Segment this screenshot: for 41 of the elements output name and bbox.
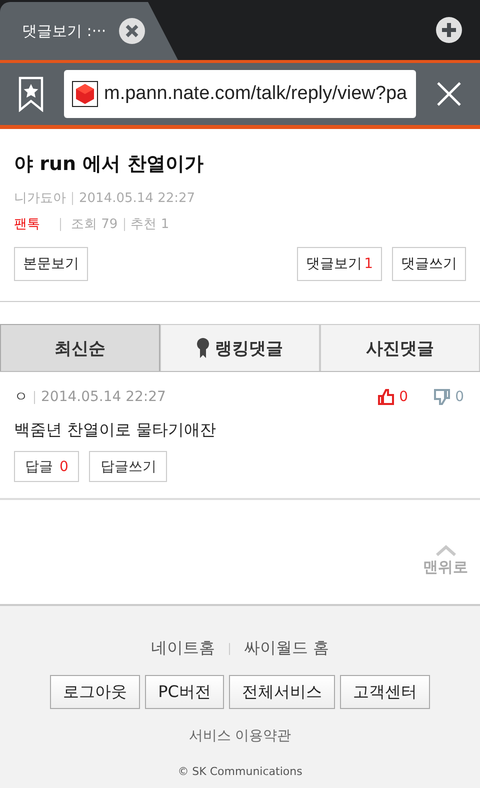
new-tab-icon[interactable] bbox=[435, 16, 463, 44]
footer-button[interactable]: 고객센터 bbox=[340, 675, 430, 709]
comment-date: 2014.05.14 22:27 bbox=[41, 389, 166, 405]
address-field[interactable]: m.pann.nate.com/talk/reply/view?pa bbox=[64, 70, 416, 118]
post-button[interactable]: 댓글쓰기 bbox=[392, 247, 466, 281]
tab-label: 랭킹댓글 bbox=[215, 338, 283, 360]
board-link[interactable]: 팬톡 bbox=[14, 215, 40, 233]
medal-icon bbox=[197, 337, 209, 359]
footer-link[interactable]: 싸이월드 홈 bbox=[244, 638, 330, 659]
reply-button[interactable]: 답글 0 bbox=[14, 451, 80, 482]
recommend-count: 추천 1 bbox=[130, 216, 170, 233]
post-date: 2014.05.14 22:27 bbox=[79, 190, 196, 206]
comment-text: 백줌년 찬열이로 물타기애잔 bbox=[14, 420, 218, 441]
tab-label: 최신순 bbox=[54, 338, 106, 360]
close-icon[interactable] bbox=[436, 81, 462, 107]
site-logo-icon bbox=[72, 81, 98, 107]
thumbs-up-icon[interactable] bbox=[378, 389, 394, 405]
dislike-count: 0 bbox=[455, 389, 464, 405]
bookmark-icon[interactable] bbox=[18, 76, 44, 112]
view-count: 조회 79 bbox=[71, 216, 118, 233]
post-button[interactable]: 댓글보기 1 bbox=[297, 247, 382, 281]
copyright-text: © SK Communications bbox=[178, 765, 302, 778]
footer-button[interactable]: 전체서비스 bbox=[228, 675, 335, 709]
post-button[interactable]: 본문보기 bbox=[14, 247, 88, 281]
footer-button[interactable]: PC버전 bbox=[145, 675, 224, 709]
post-title: 야 run 에서 찬열이가 bbox=[14, 152, 204, 177]
tab-label: 사진댓글 bbox=[366, 338, 434, 360]
footer-button[interactable]: 로그아웃 bbox=[50, 675, 140, 709]
author-name: 니가됴아 bbox=[14, 190, 66, 207]
write-reply-button[interactable]: 답글쓰기 bbox=[89, 451, 168, 482]
browser-tab[interactable]: 댓글보기 :··· bbox=[0, 2, 178, 60]
close-icon[interactable] bbox=[118, 17, 146, 45]
like-count: 0 bbox=[399, 389, 408, 405]
chevron-up-icon bbox=[434, 544, 456, 556]
thumbs-down-icon[interactable] bbox=[434, 389, 450, 405]
terms-link[interactable]: 서비스 이용약관 bbox=[188, 727, 292, 745]
sort-tab[interactable]: 최신순 bbox=[0, 324, 160, 371]
sort-tab[interactable]: 랭킹댓글 bbox=[160, 324, 320, 371]
footer-link[interactable]: 네이트홈 bbox=[150, 638, 215, 659]
sort-tab[interactable]: 사진댓글 bbox=[320, 324, 480, 371]
comment-author: ㅇ bbox=[14, 388, 28, 406]
